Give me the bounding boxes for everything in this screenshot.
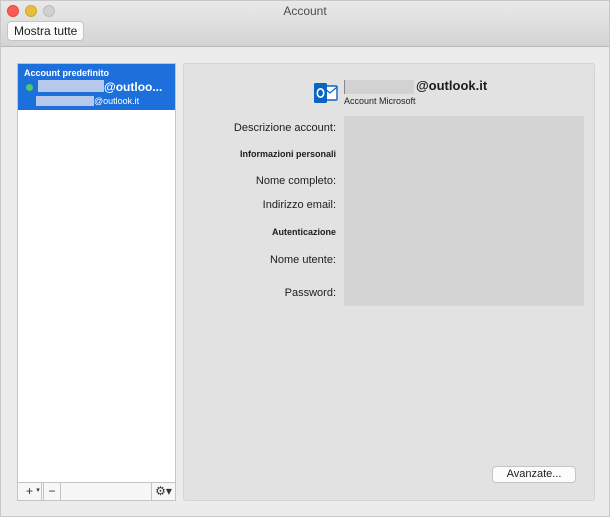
account-email: @outlook.it	[94, 96, 140, 106]
account-header-email: @outlook.it	[416, 78, 488, 93]
account-description-label: Descrizione account:	[233, 122, 336, 134]
redacted-username	[38, 80, 104, 92]
show-all-button[interactable]: Mostra tutte	[7, 21, 85, 41]
account-window: Account Mostra tutte Account predefinito…	[0, 0, 610, 517]
minus-icon: −	[48, 484, 56, 498]
account-group-label: Account predefinito	[24, 68, 109, 78]
remove-account-button[interactable]: −	[43, 483, 61, 500]
account-list-item[interactable]: Account predefinito @outloo... @outlook.…	[18, 64, 175, 110]
email-address-label: Indirizzo email:	[262, 199, 336, 211]
account-detail-panel: @outlook.it Account Microsoft Descrizion…	[183, 63, 595, 501]
advanced-button[interactable]: Avanzate...	[492, 466, 576, 483]
redacted-email-prefix	[36, 96, 94, 106]
username-label: Nome utente:	[269, 254, 336, 266]
redacted-fields-area	[344, 116, 584, 306]
account-actions-button[interactable]: ⚙▾	[151, 483, 175, 500]
window-title: Account	[283, 4, 327, 18]
password-label: Password:	[284, 287, 336, 299]
status-online-icon	[26, 84, 33, 91]
account-type-label: Account Microsoft	[344, 96, 416, 106]
full-name-label: Nome completo:	[255, 175, 336, 187]
redacted-account-username	[344, 80, 414, 94]
gear-icon: ⚙▾	[155, 484, 172, 498]
personal-info-heading: Informazioni personali	[239, 149, 336, 159]
title-bar: Account Mostra tutte	[1, 1, 609, 47]
authentication-heading: Autenticazione	[271, 227, 336, 237]
account-list-footer: + ▾ − ⚙▾	[18, 482, 175, 500]
account-name: @outloo...	[104, 80, 163, 94]
account-list: Account predefinito @outloo... @outlook.…	[17, 63, 176, 501]
outlook-icon	[314, 83, 338, 103]
